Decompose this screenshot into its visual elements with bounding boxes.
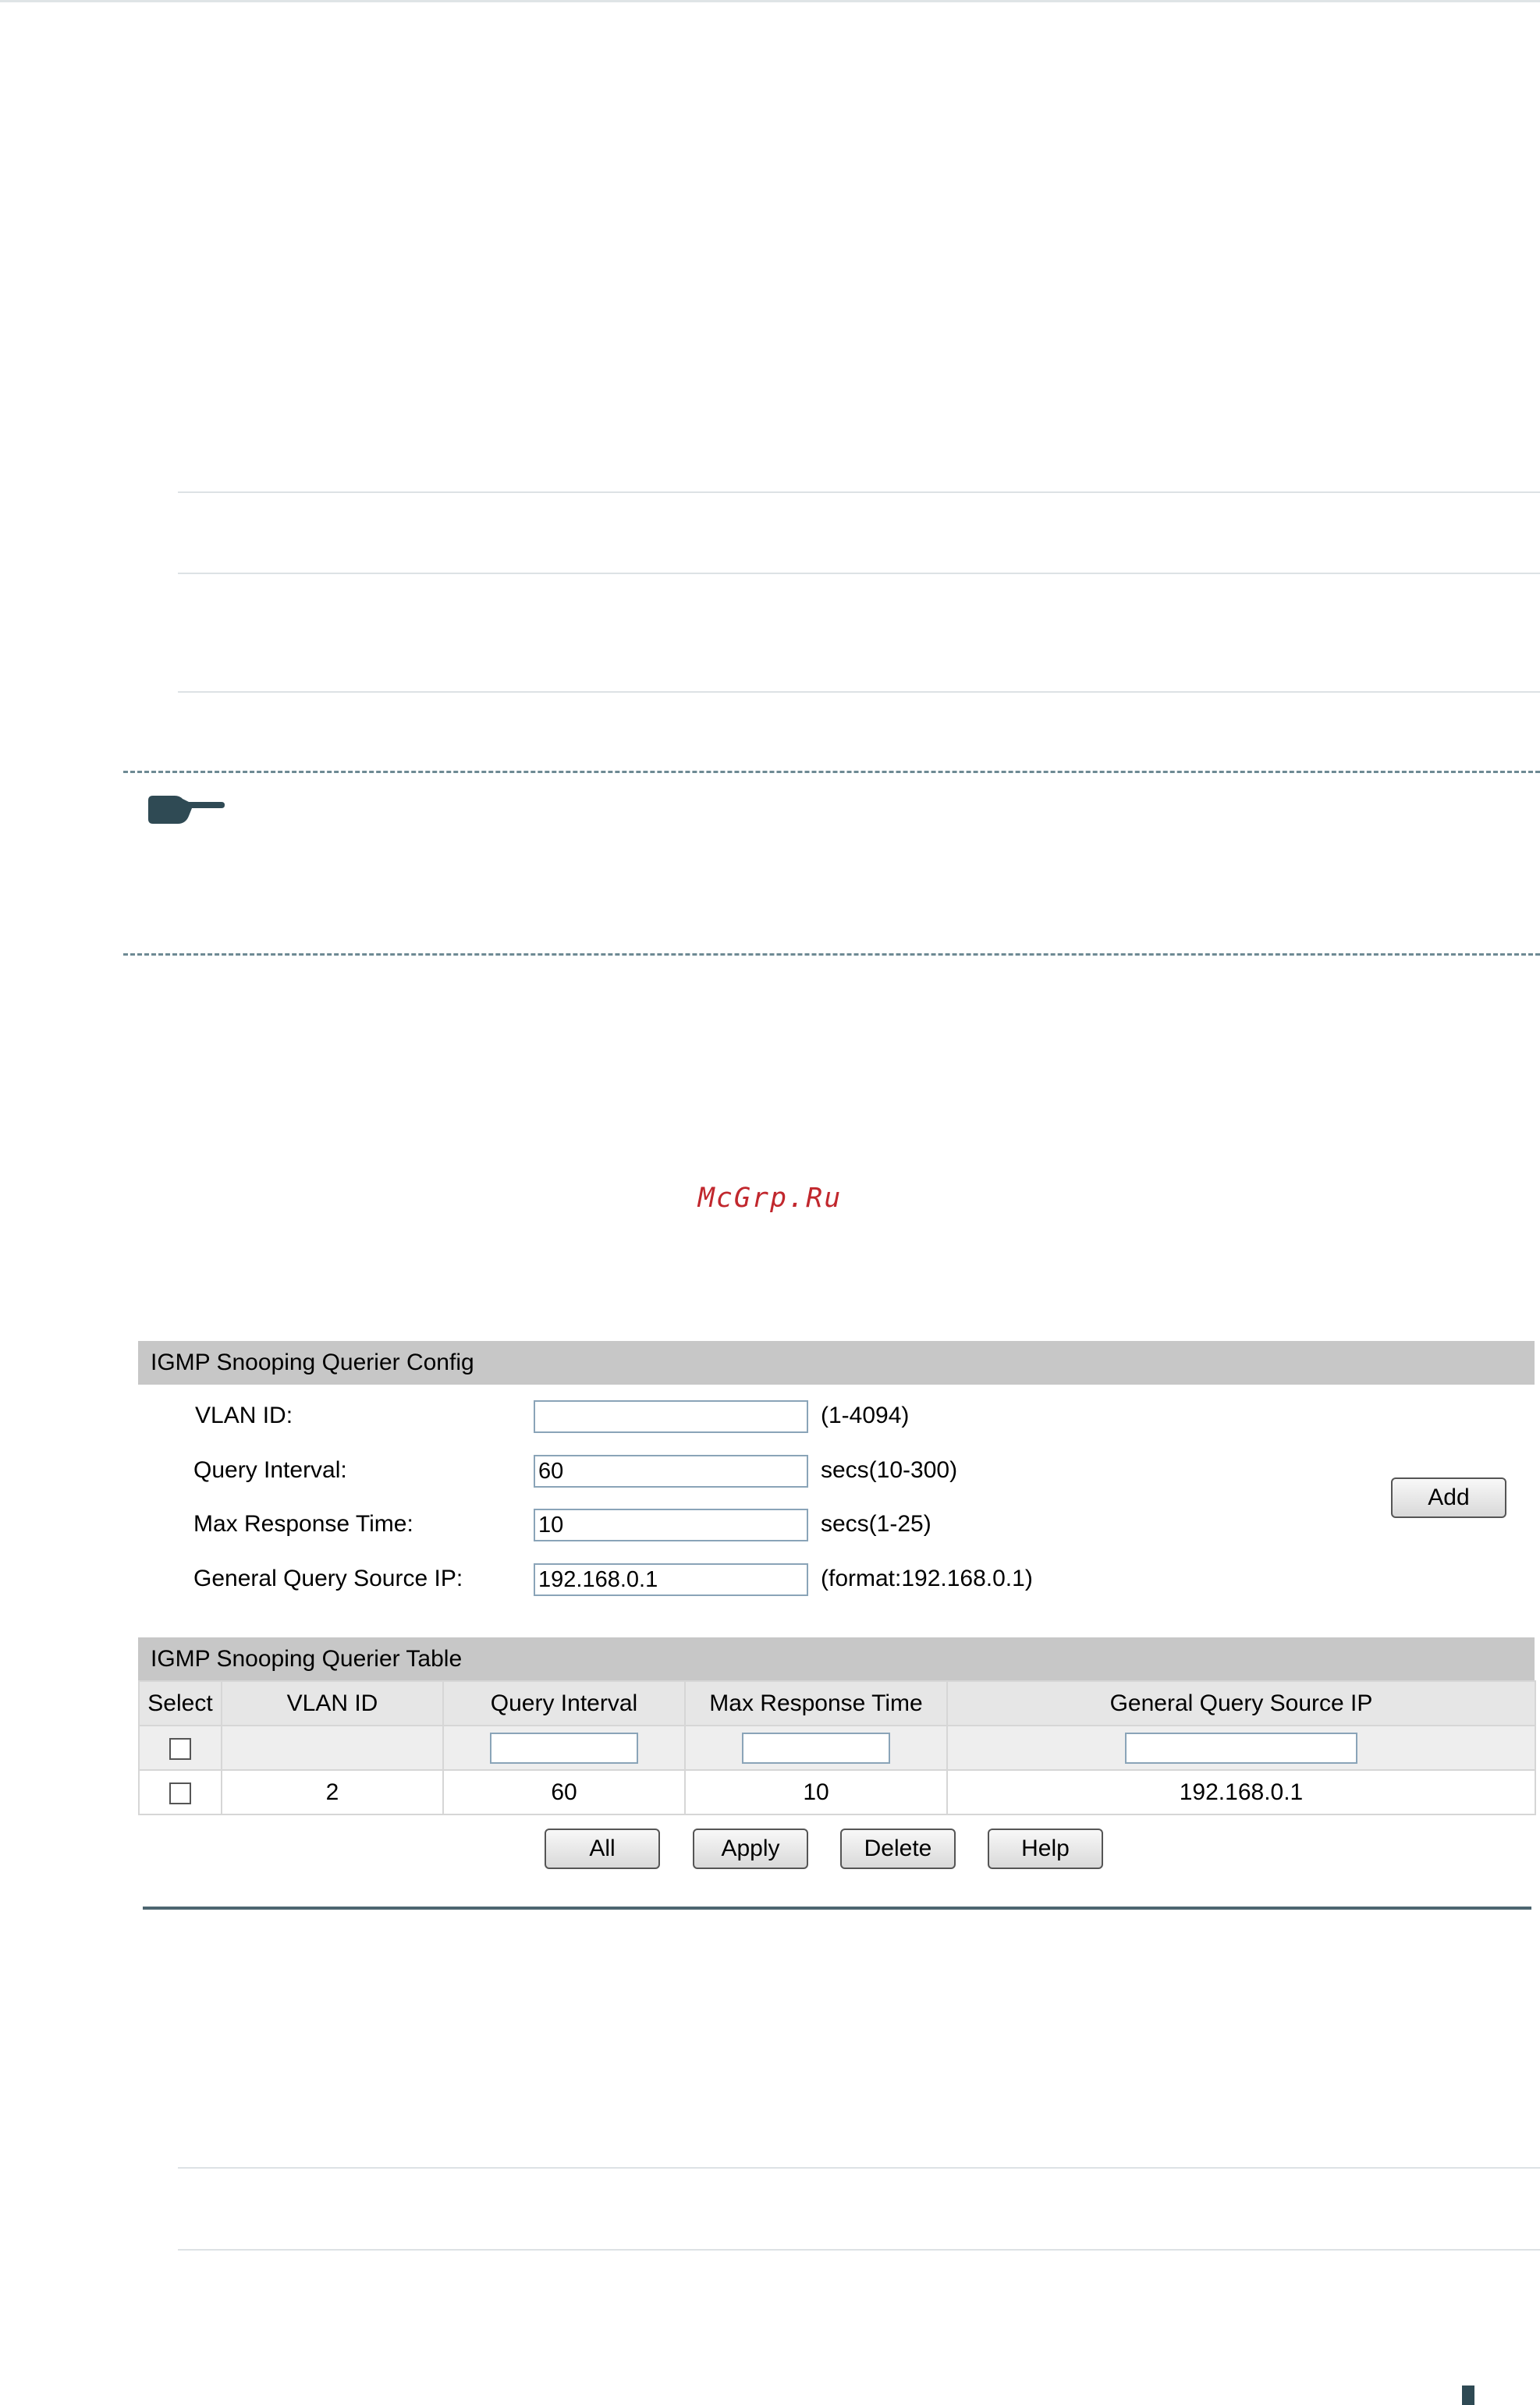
query-interval-label: Query Interval: [193, 1457, 347, 1483]
column-header-vlan-id: VLAN ID [221, 1680, 444, 1726]
row-checkbox[interactable] [169, 1782, 191, 1804]
delete-button[interactable]: Delete [840, 1829, 956, 1869]
query-interval-hint: secs(10-300) [821, 1457, 958, 1483]
column-header-select: Select [138, 1680, 222, 1726]
vlan-id-hint: (1-4094) [821, 1403, 910, 1428]
separator-line [178, 2249, 1540, 2251]
max-response-time-label: Max Response Time: [193, 1511, 413, 1537]
filter-select-cell [138, 1725, 222, 1771]
separator-line [178, 491, 1540, 493]
column-header-max-response-time: Max Response Time [684, 1680, 948, 1726]
max-response-time-hint: secs(1-25) [821, 1511, 931, 1537]
pointing-hand-icon [144, 793, 225, 829]
note-top-border [123, 771, 1540, 773]
apply-button[interactable]: Apply [693, 1829, 808, 1869]
select-all-checkbox[interactable] [169, 1737, 191, 1760]
query-interval-input[interactable] [534, 1455, 808, 1488]
source-ip-label: General Query Source IP: [193, 1566, 463, 1591]
top-rule [0, 0, 1540, 2]
help-button[interactable]: Help [988, 1829, 1103, 1869]
note-bottom-border [123, 953, 1540, 956]
vlan-id-input[interactable] [534, 1400, 808, 1433]
filter-max-response-input[interactable] [742, 1732, 890, 1764]
querier-table: Select VLAN ID Query Interval Max Respon… [138, 1680, 1536, 1815]
querier-config-header: IGMP Snooping Querier Config [138, 1341, 1535, 1385]
column-header-query-interval: Query Interval [442, 1680, 686, 1726]
cell-max-response-time: 10 [684, 1769, 948, 1815]
cell-vlan-id: 2 [221, 1769, 444, 1815]
max-response-time-input[interactable] [534, 1509, 808, 1541]
filter-row [138, 1725, 1536, 1771]
source-ip-input[interactable] [534, 1563, 808, 1596]
filter-query-interval-input[interactable] [490, 1732, 638, 1764]
figure-bottom-rule [143, 1907, 1531, 1910]
filter-query-interval-cell [442, 1725, 686, 1771]
separator-line [178, 2167, 1540, 2169]
filter-vlan-cell [221, 1725, 444, 1771]
vlan-id-label: VLAN ID: [195, 1403, 293, 1428]
filter-max-response-cell [684, 1725, 948, 1771]
all-button[interactable]: All [545, 1829, 660, 1869]
cell-query-interval: 60 [442, 1769, 686, 1815]
page-corner-mark [1462, 2385, 1474, 2405]
separator-line [178, 691, 1540, 693]
table-row: 2 60 10 192.168.0.1 [138, 1769, 1536, 1815]
filter-source-ip-cell [946, 1725, 1536, 1771]
row-select-cell [138, 1769, 222, 1815]
filter-source-ip-input[interactable] [1125, 1732, 1357, 1764]
querier-table-header: IGMP Snooping Querier Table [138, 1637, 1535, 1681]
add-button[interactable]: Add [1391, 1477, 1506, 1518]
cell-source-ip: 192.168.0.1 [946, 1769, 1536, 1815]
source-ip-hint: (format:192.168.0.1) [821, 1566, 1033, 1591]
watermark-text: McGrp.Ru [697, 1183, 843, 1214]
separator-line [178, 573, 1540, 574]
column-header-source-ip: General Query Source IP [946, 1680, 1536, 1726]
